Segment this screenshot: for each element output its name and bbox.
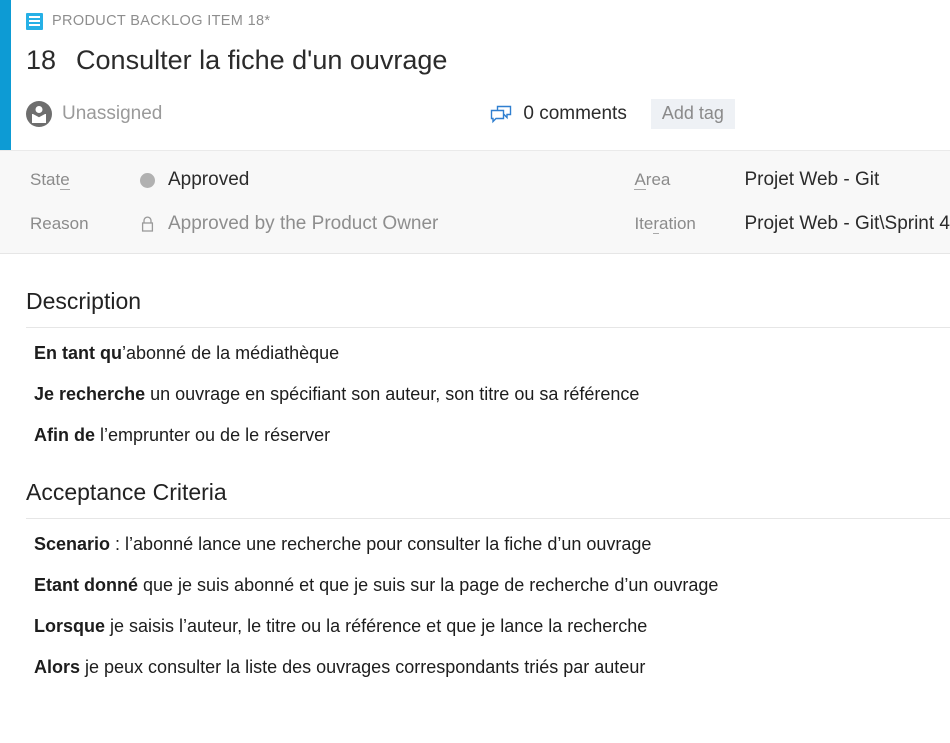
field-area: Area Projet Web - Git [634, 158, 950, 202]
acceptance-line: Lorsque je saisis l’auteur, le titre ou … [34, 615, 950, 638]
work-item-header: PRODUCT BACKLOG ITEM 18* 18 Consulter la… [0, 0, 950, 150]
work-item-title-row: 18 Consulter la fiche d'un ouvrage [26, 45, 950, 83]
field-reason-value: Approved by the Product Owner [168, 213, 439, 234]
field-state-value: Approved [168, 169, 250, 190]
field-state-value-wrap[interactable]: Approved [140, 169, 249, 191]
acceptance-line-lead: Etant donné [34, 575, 138, 596]
acceptance-criteria-body[interactable]: Scenario : l’abonné lance une recherche … [26, 519, 950, 679]
assignee-label: Unassigned [62, 103, 163, 124]
lock-icon [140, 215, 155, 233]
field-reason: Reason Approved by the Product Owner [30, 202, 621, 246]
breadcrumb: PRODUCT BACKLOG ITEM 18* [26, 9, 950, 33]
comment-icon [490, 105, 512, 124]
description-line-lead: En tant qu [34, 343, 122, 363]
acceptance-line-text: je saisis l’auteur, le titre ou la référ… [105, 616, 648, 637]
description-line: Je recherche un ouvrage en spécifiant so… [34, 383, 950, 406]
state-dot-icon [140, 172, 155, 188]
backlog-item-icon [26, 12, 43, 30]
comments-count-label: 0 comments [523, 103, 627, 124]
acceptance-criteria-heading: Acceptance Criteria [26, 479, 227, 506]
fields-column-right: Area Projet Web - Git Iteration Projet W… [621, 151, 950, 253]
fields-column-left: State Approved Reason Approved by the Pr… [0, 151, 621, 253]
work-item-fields-strip: State Approved Reason Approved by the Pr… [0, 150, 950, 254]
work-item-id: 18 [26, 45, 57, 75]
work-item-type-accent-bar [0, 0, 11, 150]
acceptance-line-lead: Alors [34, 657, 81, 678]
add-tag-button[interactable]: Add tag [650, 99, 735, 129]
description-body[interactable]: En tant qu’abonné de la médiathèque Je r… [26, 328, 950, 447]
acceptance-criteria-section: Acceptance Criteria Scenario : l’abonné … [0, 479, 950, 679]
comments-link[interactable]: 0 comments [490, 103, 627, 125]
field-area-value[interactable]: Projet Web - Git [744, 169, 879, 191]
work-item-title[interactable]: Consulter la fiche d'un ouvrage [76, 45, 447, 76]
description-heading: Description [26, 288, 142, 314]
acceptance-line-text: que je suis abonné et que je suis sur la… [138, 575, 719, 596]
field-reason-label: Reason [30, 214, 89, 233]
field-reason-value-wrap: Approved by the Product Owner [140, 213, 438, 235]
acceptance-line-text: : l’abonné lance une recherche pour cons… [110, 534, 652, 555]
field-iteration-label: Iteration [634, 214, 696, 234]
work-item-meta-row: Unassigned 0 comments Add tag [26, 97, 950, 131]
field-iteration: Iteration Projet Web - Git\Sprint 4 [634, 202, 950, 246]
acceptance-line-text: je peux consulter la liste des ouvrages … [80, 657, 646, 678]
description-line-text: ’abonné de la médiathèque [122, 343, 340, 363]
acceptance-line: Alors je peux consulter la liste des ouv… [34, 656, 950, 679]
field-area-label: Area [634, 170, 671, 190]
description-line: En tant qu’abonné de la médiathèque [34, 342, 950, 365]
description-line-lead: Afin de [34, 425, 95, 446]
description-line-lead: Je recherche [34, 384, 146, 405]
breadcrumb-label: PRODUCT BACKLOG ITEM 18* [52, 13, 271, 29]
field-iteration-value[interactable]: Projet Web - Git\Sprint 4 [744, 213, 950, 235]
acceptance-line-lead: Scenario [34, 534, 111, 555]
acceptance-line: Etant donné que je suis abonné et que je… [34, 574, 950, 597]
acceptance-line-lead: Lorsque [34, 616, 106, 637]
description-line: Afin de l’emprunter ou de le réserver [34, 424, 950, 447]
description-section: Description En tant qu’abonné de la médi… [0, 288, 950, 447]
avatar [26, 101, 52, 127]
field-state: State Approved [30, 158, 621, 202]
acceptance-line: Scenario : l’abonné lance une recherche … [34, 533, 950, 556]
field-state-label: State [30, 170, 70, 190]
description-line-text: l’emprunter ou de le réserver [95, 425, 331, 446]
description-line-text: un ouvrage en spécifiant son auteur, son… [145, 384, 640, 405]
assignee-field[interactable]: Unassigned [26, 101, 162, 127]
